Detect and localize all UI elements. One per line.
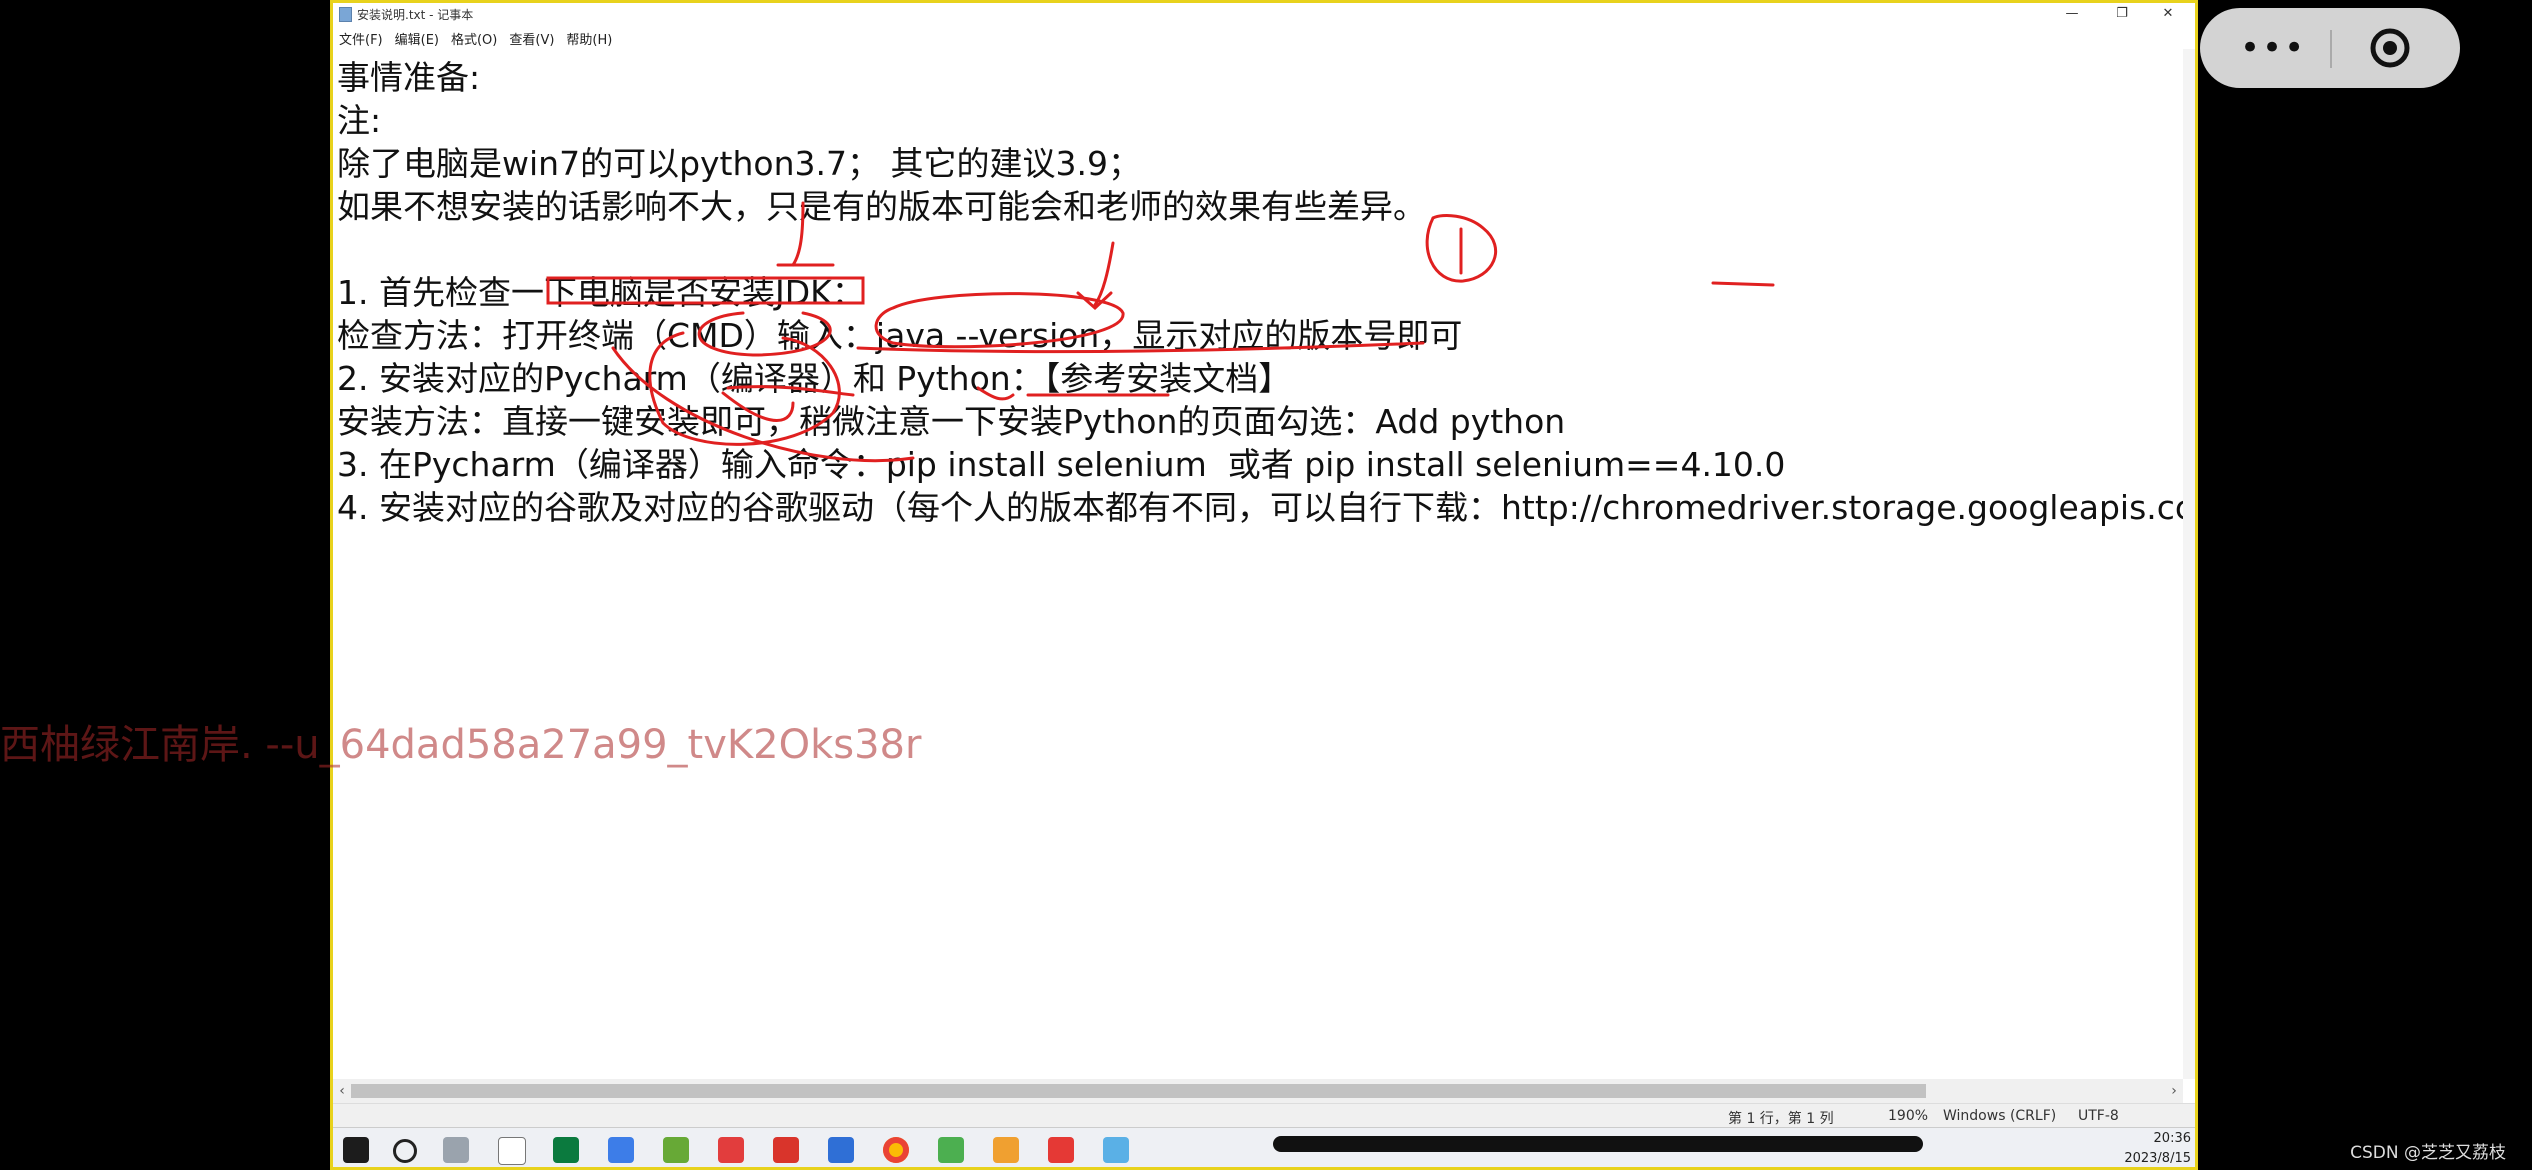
system-clock[interactable]: 20:36 2023/8/15 <box>2124 1129 2191 1167</box>
zoom-level: 190% <box>1888 1108 1929 1124</box>
menu-help[interactable]: 帮助(H) <box>560 25 618 48</box>
mini-program-capsule: ••• <box>2200 8 2460 88</box>
wps-icon[interactable] <box>1048 1137 1074 1163</box>
maximize-button[interactable]: ❐ <box>2099 3 2145 25</box>
vertical-scrollbar[interactable] <box>2183 49 2195 1079</box>
app-icon[interactable] <box>608 1137 634 1163</box>
menu-view[interactable]: 查看(V) <box>503 25 560 48</box>
text-line: 2. 安装对应的Pycharm（编译器）和 Python：【参考安装文档】 <box>337 359 1292 398</box>
menu-file[interactable]: 文件(F) <box>333 25 389 48</box>
text-line: 除了电脑是win7的可以python3.7； 其它的建议3.9； <box>337 144 1141 183</box>
watermark-text: 西柚绿江南岸. --u_64dad58a27a99_tvK2Oks38r <box>0 722 922 768</box>
clock-date: 2023/8/15 <box>2124 1151 2191 1166</box>
text-line: 事情准备: <box>337 58 481 97</box>
app-icon[interactable] <box>828 1137 854 1163</box>
horizontal-scrollbar[interactable]: ‹ › <box>333 1079 2183 1103</box>
video-progress-handle[interactable] <box>1273 1136 1923 1152</box>
scroll-right-arrow-icon[interactable]: › <box>2165 1079 2183 1103</box>
app-icon[interactable] <box>1103 1137 1129 1163</box>
scrollbar-thumb[interactable] <box>351 1084 1926 1098</box>
text-line: 3. 在Pycharm（编译器）输入命令：pip install seleniu… <box>337 445 1786 484</box>
title-bar[interactable]: 安装说明.txt - 记事本 — ❐ ✕ <box>333 3 2195 25</box>
text-line: 如果不想安装的话影响不大，只是有的版本可能会和老师的效果有些差异。 <box>337 187 1426 226</box>
close-target-icon[interactable] <box>2368 26 2412 70</box>
scroll-left-arrow-icon[interactable]: ‹ <box>333 1079 351 1103</box>
notepad-icon[interactable] <box>663 1137 689 1163</box>
csdn-credit: CSDN @芝芝又荔枝 <box>2350 1143 2506 1163</box>
line-ending: Windows (CRLF) <box>1943 1108 2057 1124</box>
wps-icon[interactable] <box>718 1137 744 1163</box>
close-button[interactable]: ✕ <box>2145 3 2191 25</box>
menu-edit[interactable]: 编辑(E) <box>389 25 445 48</box>
text-line: 检查方法：打开终端（CMD）输入：java --version，显示对应的版本号… <box>337 316 1463 355</box>
status-bar: 第 1 行，第 1 列 190% Windows (CRLF) UTF-8 <box>333 1103 2195 1128</box>
text-line: 注: <box>337 101 382 140</box>
menu-bar: 文件(F) 编辑(E) 格式(O) 查看(V) 帮助(H) <box>333 25 2195 49</box>
text-line: 安装方法：直接一键安装即可，稍微注意一下安装Python的页面勾选：Add py… <box>337 402 1566 441</box>
text-line: 1. 首先检查一下电脑是否安装JDK： <box>337 273 865 312</box>
text-editor[interactable]: 事情准备: 注: 除了电脑是win7的可以python3.7； 其它的建议3.9… <box>333 49 2193 1079</box>
capsule-divider <box>2330 30 2332 68</box>
chrome-icon[interactable] <box>883 1137 909 1163</box>
app-icon[interactable] <box>993 1137 1019 1163</box>
menu-format[interactable]: 格式(O) <box>445 25 503 48</box>
app-icon[interactable] <box>938 1137 964 1163</box>
notepad-icon <box>339 7 352 22</box>
window-title: 安装说明.txt - 记事本 <box>357 8 474 22</box>
encoding: UTF-8 <box>2078 1108 2119 1124</box>
search-icon[interactable] <box>393 1139 417 1163</box>
clock-time: 20:36 <box>2153 1131 2191 1146</box>
task-view-icon[interactable] <box>443 1137 469 1163</box>
pycharm-icon[interactable] <box>553 1137 579 1163</box>
minimize-button[interactable]: — <box>2049 3 2095 25</box>
more-options-icon[interactable]: ••• <box>2240 31 2306 65</box>
text-line: 4. 安装对应的谷歌及对应的谷歌驱动（每个人的版本都有不同，可以自行下载：htt… <box>337 488 2194 527</box>
windows-start-icon[interactable] <box>343 1137 369 1163</box>
cursor-position: 第 1 行，第 1 列 <box>1728 1111 1834 1127</box>
wps-icon[interactable] <box>773 1137 799 1163</box>
notepad-window: 安装说明.txt - 记事本 — ❐ ✕ 文件(F) 编辑(E) 格式(O) 查看(V… <box>330 0 2198 1170</box>
typora-icon[interactable] <box>498 1137 526 1165</box>
